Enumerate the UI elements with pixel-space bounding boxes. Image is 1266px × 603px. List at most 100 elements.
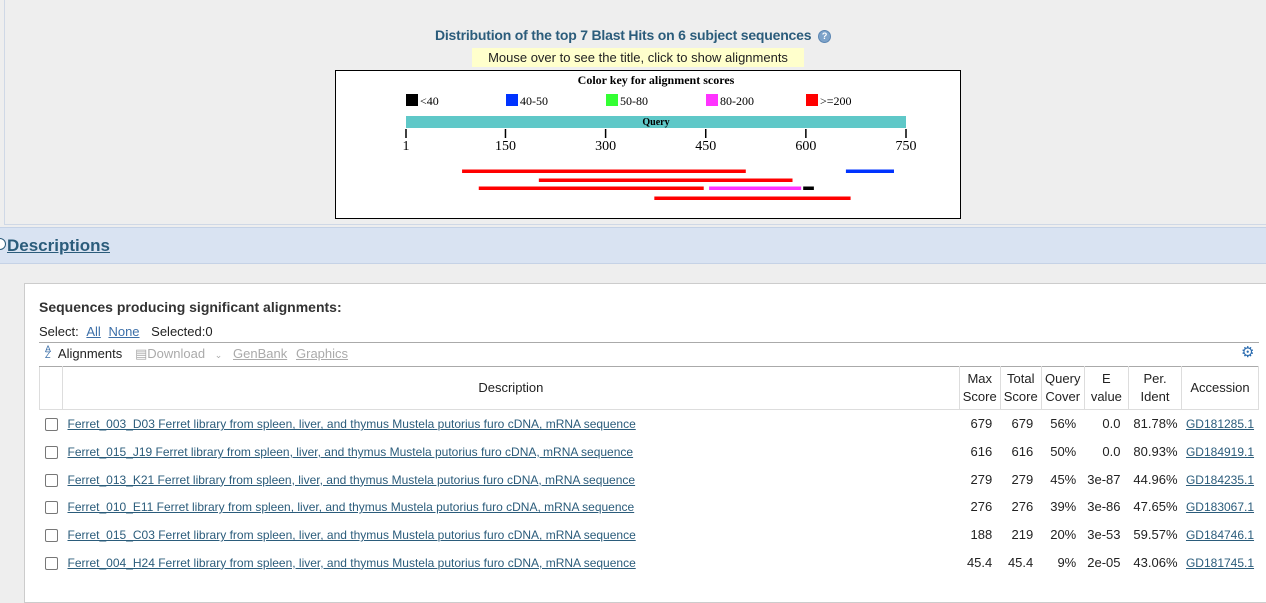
row-select-checkbox[interactable] (40, 410, 63, 438)
hit-bar (462, 169, 746, 173)
axis-tick-label: 600 (795, 139, 816, 154)
query-cover-cell: 39% (1050, 499, 1077, 515)
select-all-link[interactable]: All (86, 324, 100, 339)
table-row: Ferret_003_D03 Ferret library from splee… (40, 410, 1259, 438)
description-link[interactable]: Ferret_010_E11 Ferret library from splee… (68, 500, 635, 514)
color-key-swatch (406, 94, 418, 106)
color-key-label: >=200 (820, 94, 852, 108)
genbank-link[interactable]: GenBank (233, 346, 287, 361)
description-link[interactable]: Ferret_015_J19 Ferret library from splee… (68, 445, 634, 459)
accession-link[interactable]: GD183067.1 (1186, 500, 1254, 514)
max-score-cell: 279 (970, 471, 993, 487)
axis-tick-label: 150 (495, 139, 516, 154)
query-cover-cell: 45% (1050, 471, 1077, 487)
mouseover-hint: Mouse over to see the title, click to sh… (472, 48, 804, 67)
selected-count: Selected:0 (151, 324, 213, 339)
accession-link[interactable]: GD184919.1 (1186, 445, 1254, 459)
accession-link[interactable]: GD181285.1 (1186, 417, 1254, 431)
select-label: Select: (39, 324, 79, 339)
query-cover-cell: 20% (1050, 527, 1077, 543)
per-ident-cell: 80.93% (1133, 444, 1178, 460)
sort-icon: AZ (45, 344, 52, 360)
per-ident-cell: 81.78% (1133, 416, 1178, 432)
query-cover-column-header[interactable]: Query Cover (1040, 366, 1085, 410)
description-column-header[interactable]: Description (62, 366, 960, 410)
table-row: Ferret_015_C03 Ferret library from splee… (40, 521, 1259, 549)
total-score-cell: 279 (1011, 471, 1034, 487)
results-toolbar: AZ Alignments ▤Download ⌄ GenBank Graphi… (39, 342, 1259, 365)
row-select-checkbox[interactable] (40, 548, 63, 576)
hit-bar (654, 196, 851, 200)
hit-bar (709, 186, 802, 190)
query-cover-cell: 50% (1050, 444, 1077, 460)
total-score-cell: 219 (1011, 527, 1034, 543)
per-ident-cell: 43.06% (1133, 554, 1178, 570)
descriptions-section-header: Descriptions (0, 227, 1266, 264)
graphic-title: Distribution of the top 7 Blast Hits on … (0, 27, 1266, 43)
max-score-column-header[interactable]: Max Score (958, 366, 1001, 410)
e-value-cell: 3e-86 (1087, 499, 1121, 515)
row-select-checkbox[interactable] (40, 438, 63, 466)
axis-tick-label: 300 (595, 139, 616, 154)
axis-tick-label: 1 (403, 139, 410, 154)
alignments-button[interactable]: AZ Alignments (45, 344, 122, 362)
accession-column-header[interactable]: Accession (1181, 366, 1259, 410)
color-key-label: 50-80 (620, 94, 648, 108)
total-score-column-header[interactable]: Total Score (999, 366, 1042, 410)
max-score-cell: 45.4 (966, 554, 993, 570)
select-column-header (39, 366, 63, 410)
hit-bar (478, 186, 704, 190)
hit-bar (803, 186, 814, 190)
alignment-graphic[interactable]: Color key for alignment scores <40 40-50 50… (335, 70, 961, 219)
description-link[interactable]: Ferret_015_C03 Ferret library from splee… (68, 528, 636, 542)
max-score-cell: 188 (970, 527, 993, 543)
total-score-cell: 45.4 (1007, 554, 1034, 570)
help-icon[interactable]: ? (818, 30, 832, 43)
chevron-down-icon: ⌄ (214, 350, 223, 360)
row-select-checkbox[interactable] (40, 465, 63, 493)
per-ident-cell: 44.96% (1133, 471, 1178, 487)
accession-link[interactable]: GD184746.1 (1186, 528, 1254, 542)
table-header-row: Description Max Score Total Score Query Cov… (39, 366, 1259, 410)
max-score-cell: 679 (970, 416, 993, 432)
select-controls: Select: All None Selected:0 (39, 324, 213, 339)
description-link[interactable]: Ferret_013_K21 Ferret library from splee… (68, 473, 636, 487)
query-cover-cell: 9% (1057, 554, 1077, 570)
per-ident-cell: 59.57% (1133, 527, 1178, 543)
e-value-cell: 0.0 (1102, 416, 1121, 432)
row-select-checkbox[interactable] (40, 493, 63, 521)
select-none-link[interactable]: None (108, 324, 139, 339)
descriptions-panel: Sequences producing significant alignmen… (24, 283, 1266, 603)
gear-icon[interactable]: ⚙ (1241, 345, 1255, 360)
table-row: Ferret_010_E11 Ferret library from splee… (40, 493, 1259, 521)
e-value-cell: 3e-53 (1087, 527, 1121, 543)
download-icon: ▤ (135, 346, 148, 361)
description-link[interactable]: Ferret_003_D03 Ferret library from splee… (68, 417, 636, 431)
color-key-label: 40-50 (520, 94, 548, 108)
color-key-swatch (806, 94, 818, 106)
axis-tick-label: 450 (695, 139, 716, 154)
row-select-checkbox[interactable] (40, 521, 63, 549)
download-button[interactable]: ▤Download ⌄ (135, 346, 222, 362)
collapse-toggle-icon[interactable] (0, 238, 6, 250)
results-table: Description Max Score Total Score Query Cov… (39, 366, 1259, 576)
e-value-column-header[interactable]: Evalue (1083, 366, 1130, 410)
query-label: Query (642, 117, 669, 128)
accession-link[interactable]: GD184235.1 (1186, 473, 1254, 487)
graphics-link[interactable]: Graphics (296, 346, 348, 361)
descriptions-toggle-link[interactable]: Descriptions (7, 236, 110, 256)
accession-link[interactable]: GD181745.1 (1186, 556, 1254, 570)
table-row: Ferret_004_H24 Ferret library from splee… (40, 548, 1259, 576)
color-key-swatch (606, 94, 618, 106)
table-row: Ferret_015_J19 Ferret library from splee… (40, 438, 1259, 466)
total-score-cell: 276 (1011, 499, 1034, 515)
results-heading: Sequences producing significant alignmen… (39, 299, 342, 315)
hit-bar (538, 178, 793, 182)
e-value-cell: 2e-05 (1087, 554, 1121, 570)
max-score-cell: 616 (970, 444, 993, 460)
description-link[interactable]: Ferret_004_H24 Ferret library from splee… (68, 556, 636, 570)
max-score-cell: 276 (970, 499, 993, 515)
table-row: Ferret_013_K21 Ferret library from splee… (40, 465, 1259, 493)
per-ident-column-header[interactable]: Per. Ident (1128, 366, 1182, 410)
hit-bar (845, 169, 894, 173)
